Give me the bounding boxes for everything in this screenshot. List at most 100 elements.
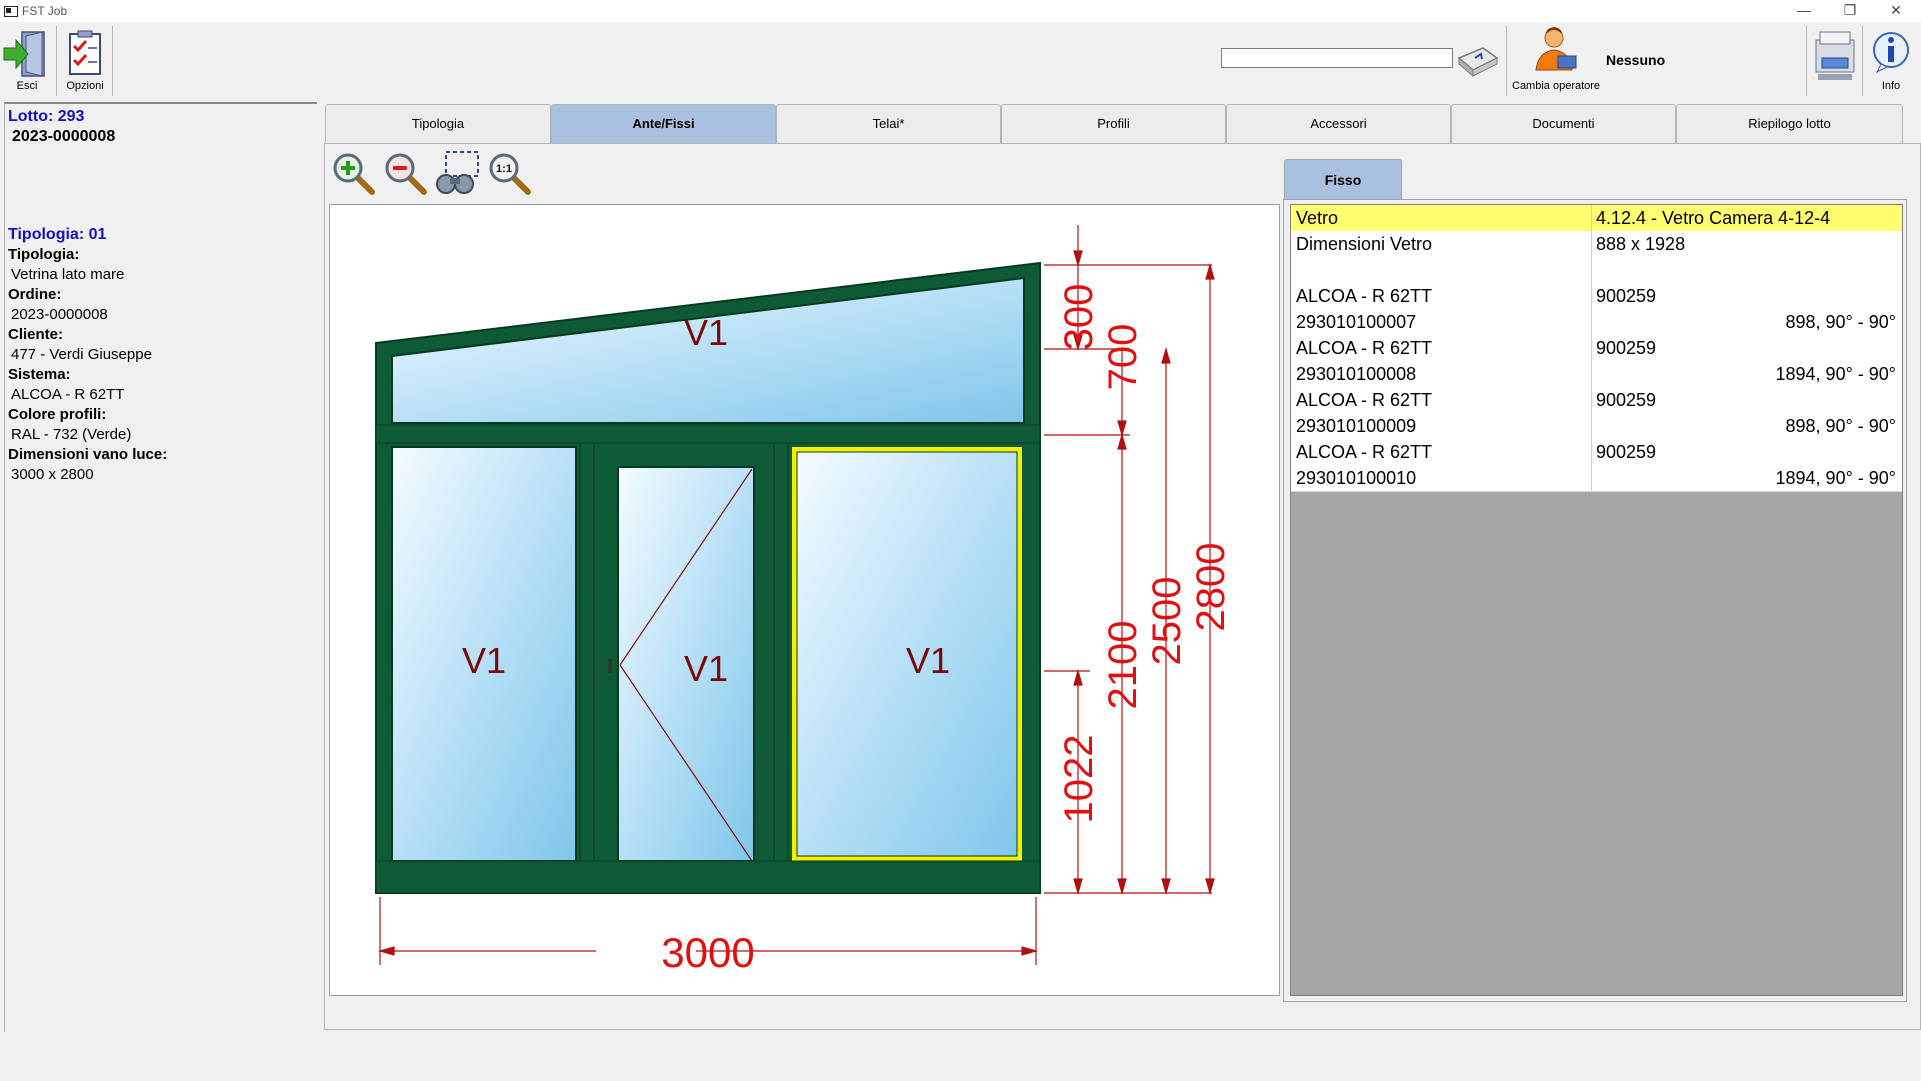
zoom-in-button[interactable] [330, 150, 378, 198]
grid-row[interactable]: 293010100007 898, 90° - 90° [1291, 309, 1902, 336]
lotto-label: Lotto: 293 [8, 108, 85, 125]
tipologia-header: Tipologia: 01 [8, 226, 107, 243]
grid-cell-code: 900259 [1596, 390, 1657, 410]
zoom-actual-size-button[interactable]: 1:1 [486, 150, 534, 198]
grid-cell-description: Vetro [1296, 208, 1339, 228]
grid-column-separator [1591, 387, 1592, 413]
options-button[interactable]: Opzioni [58, 28, 112, 94]
checklist-icon [69, 30, 101, 75]
tab-telai[interactable]: Telai* [776, 104, 1001, 143]
dimension-width-3000: 3000 [661, 929, 754, 976]
grid-row[interactable]: 293010100010 1894, 90° - 90° [1291, 465, 1902, 492]
grid-column-separator [1591, 283, 1592, 309]
keyboard-key-icon [1457, 47, 1499, 78]
info-icon [1873, 32, 1909, 74]
grid-column-separator [1591, 465, 1592, 491]
toolbar-separator [56, 26, 57, 96]
grid-row[interactable]: 293010100008 1894, 90° - 90° [1291, 361, 1902, 388]
grid-cell-code: 900259 [1596, 286, 1657, 306]
colore-value: RAL - 732 (Verde) [11, 426, 132, 443]
binoculars-icon [436, 151, 479, 194]
toolbar: Esci Opzioni Cambia operatore Nessuno In… [0, 22, 1921, 100]
panel-label-door: V1 [684, 648, 728, 689]
sistema-value: ALCOA - R 62TT [11, 386, 125, 403]
zoom-actual-size-icon: 1:1 [489, 153, 531, 195]
dimension-2800: 2800 [1189, 543, 1233, 632]
grid-column-separator [1591, 335, 1592, 361]
operator-name: Nessuno [1606, 52, 1666, 68]
tab-riepilogo-lotto[interactable]: Riepilogo lotto [1676, 104, 1903, 143]
dimension-2100: 2100 [1101, 621, 1145, 710]
lotto-code: 2023-0000008 [12, 128, 116, 145]
minimize-button[interactable]: — [1781, 0, 1827, 22]
tab-fisso[interactable]: Fisso [1284, 159, 1402, 200]
grid-cell-description: ALCOA - R 62TT [1296, 390, 1433, 410]
mullion-left [579, 442, 595, 894]
dimension-300: 300 [1057, 284, 1101, 351]
restore-button[interactable]: ❐ [1827, 0, 1873, 22]
grid-row[interactable]: Vetro 4.12.4 - Vetro Camera 4-12-4 [1291, 205, 1902, 232]
close-button[interactable]: ✕ [1873, 0, 1919, 22]
grid-column-separator [1591, 257, 1592, 283]
dimension-700: 700 [1101, 324, 1145, 391]
info-button[interactable]: Info [1866, 28, 1916, 94]
user-icon [1535, 27, 1577, 71]
exit-label: Esci [16, 80, 38, 92]
zoom-in-icon [333, 153, 375, 195]
panel-label-top: V1 [684, 312, 728, 353]
grid-row[interactable] [1291, 257, 1902, 284]
grid-column-separator [1591, 205, 1592, 231]
colore-label: Colore profili: [8, 406, 107, 423]
grid-row[interactable]: 293010100009 898, 90° - 90° [1291, 413, 1902, 440]
mullion-right [773, 442, 789, 894]
grid-column-separator [1591, 439, 1592, 465]
grid-cell-description: 293010100010 [1296, 468, 1417, 488]
dimensioni-value: 3000 x 2800 [11, 466, 94, 483]
grid-row[interactable]: Dimensioni Vetro 888 x 1928 [1291, 231, 1902, 258]
cliente-value: 477 - Verdi Giuseppe [11, 346, 152, 363]
window-title: FST Job [22, 4, 68, 18]
tab-profili[interactable]: Profili [1001, 104, 1226, 143]
toolbar-separator [112, 26, 113, 96]
bottom-rail [375, 860, 1041, 894]
change-operator-label: Cambia operatore [1512, 80, 1601, 92]
device-button[interactable] [1810, 26, 1860, 90]
printer-icon [1815, 31, 1855, 80]
zoom-out-button[interactable] [382, 150, 430, 198]
grid-column-separator [1591, 231, 1592, 257]
zoom-ratio-text: 1:1 [496, 163, 512, 175]
window-drawing: V1 V1 V1 V1 3000 300 700 1022 2100 2500 … [375, 225, 1233, 976]
grid-row[interactable]: ALCOA - R 62TT 900259 [1291, 387, 1902, 414]
change-operator-button[interactable]: Cambia operatore [1510, 26, 1600, 96]
grid-column-separator [1591, 413, 1592, 439]
dimension-2500: 2500 [1145, 577, 1189, 666]
grid-row[interactable]: ALCOA - R 62TT 900259 [1291, 283, 1902, 310]
sistema-label: Sistema: [8, 366, 71, 383]
panel-label-right: V1 [906, 640, 950, 681]
grid-cell-description: 293010100009 [1296, 416, 1417, 436]
window-drawing-canvas[interactable]: V1 V1 V1 V1 3000 300 700 1022 2100 2500 … [329, 204, 1280, 996]
grid-cell-cut: 1894, 90° - 90° [1775, 364, 1896, 384]
tab-documenti[interactable]: Documenti [1451, 104, 1676, 143]
ordine-value: 2023-0000008 [11, 306, 108, 323]
tab-ante-fissi[interactable]: Ante/Fissi [551, 104, 776, 143]
toolbar-separator [1862, 26, 1863, 96]
panel-label-left: V1 [462, 640, 506, 681]
exit-button[interactable]: Esci [0, 28, 54, 94]
tab-accessori[interactable]: Accessori [1226, 104, 1451, 143]
glass-details-grid[interactable]: Vetro 4.12.4 - Vetro Camera 4-12-4 Dimensi… [1290, 204, 1903, 996]
grid-row[interactable]: ALCOA - R 62TT 900259 [1291, 335, 1902, 362]
grid-cell-code: 900259 [1596, 338, 1657, 358]
lot-info-panel: Lotto: 293 2023-0000008 Tipologia: 01 Ti… [4, 102, 317, 1032]
grid-cell-description: 293010100008 [1296, 364, 1417, 384]
grid-column-separator [1591, 361, 1592, 387]
grid-column-separator [1591, 309, 1592, 335]
search-go-button[interactable] [1455, 40, 1501, 80]
toolbar-separator [1806, 26, 1807, 96]
search-input[interactable] [1221, 48, 1453, 68]
grid-row[interactable]: ALCOA - R 62TT 900259 [1291, 439, 1902, 466]
zoom-fit-button[interactable] [434, 150, 482, 198]
dimension-1022: 1022 [1057, 735, 1101, 824]
tab-tipologia[interactable]: Tipologia [325, 104, 551, 143]
info-label: Info [1881, 80, 1901, 92]
